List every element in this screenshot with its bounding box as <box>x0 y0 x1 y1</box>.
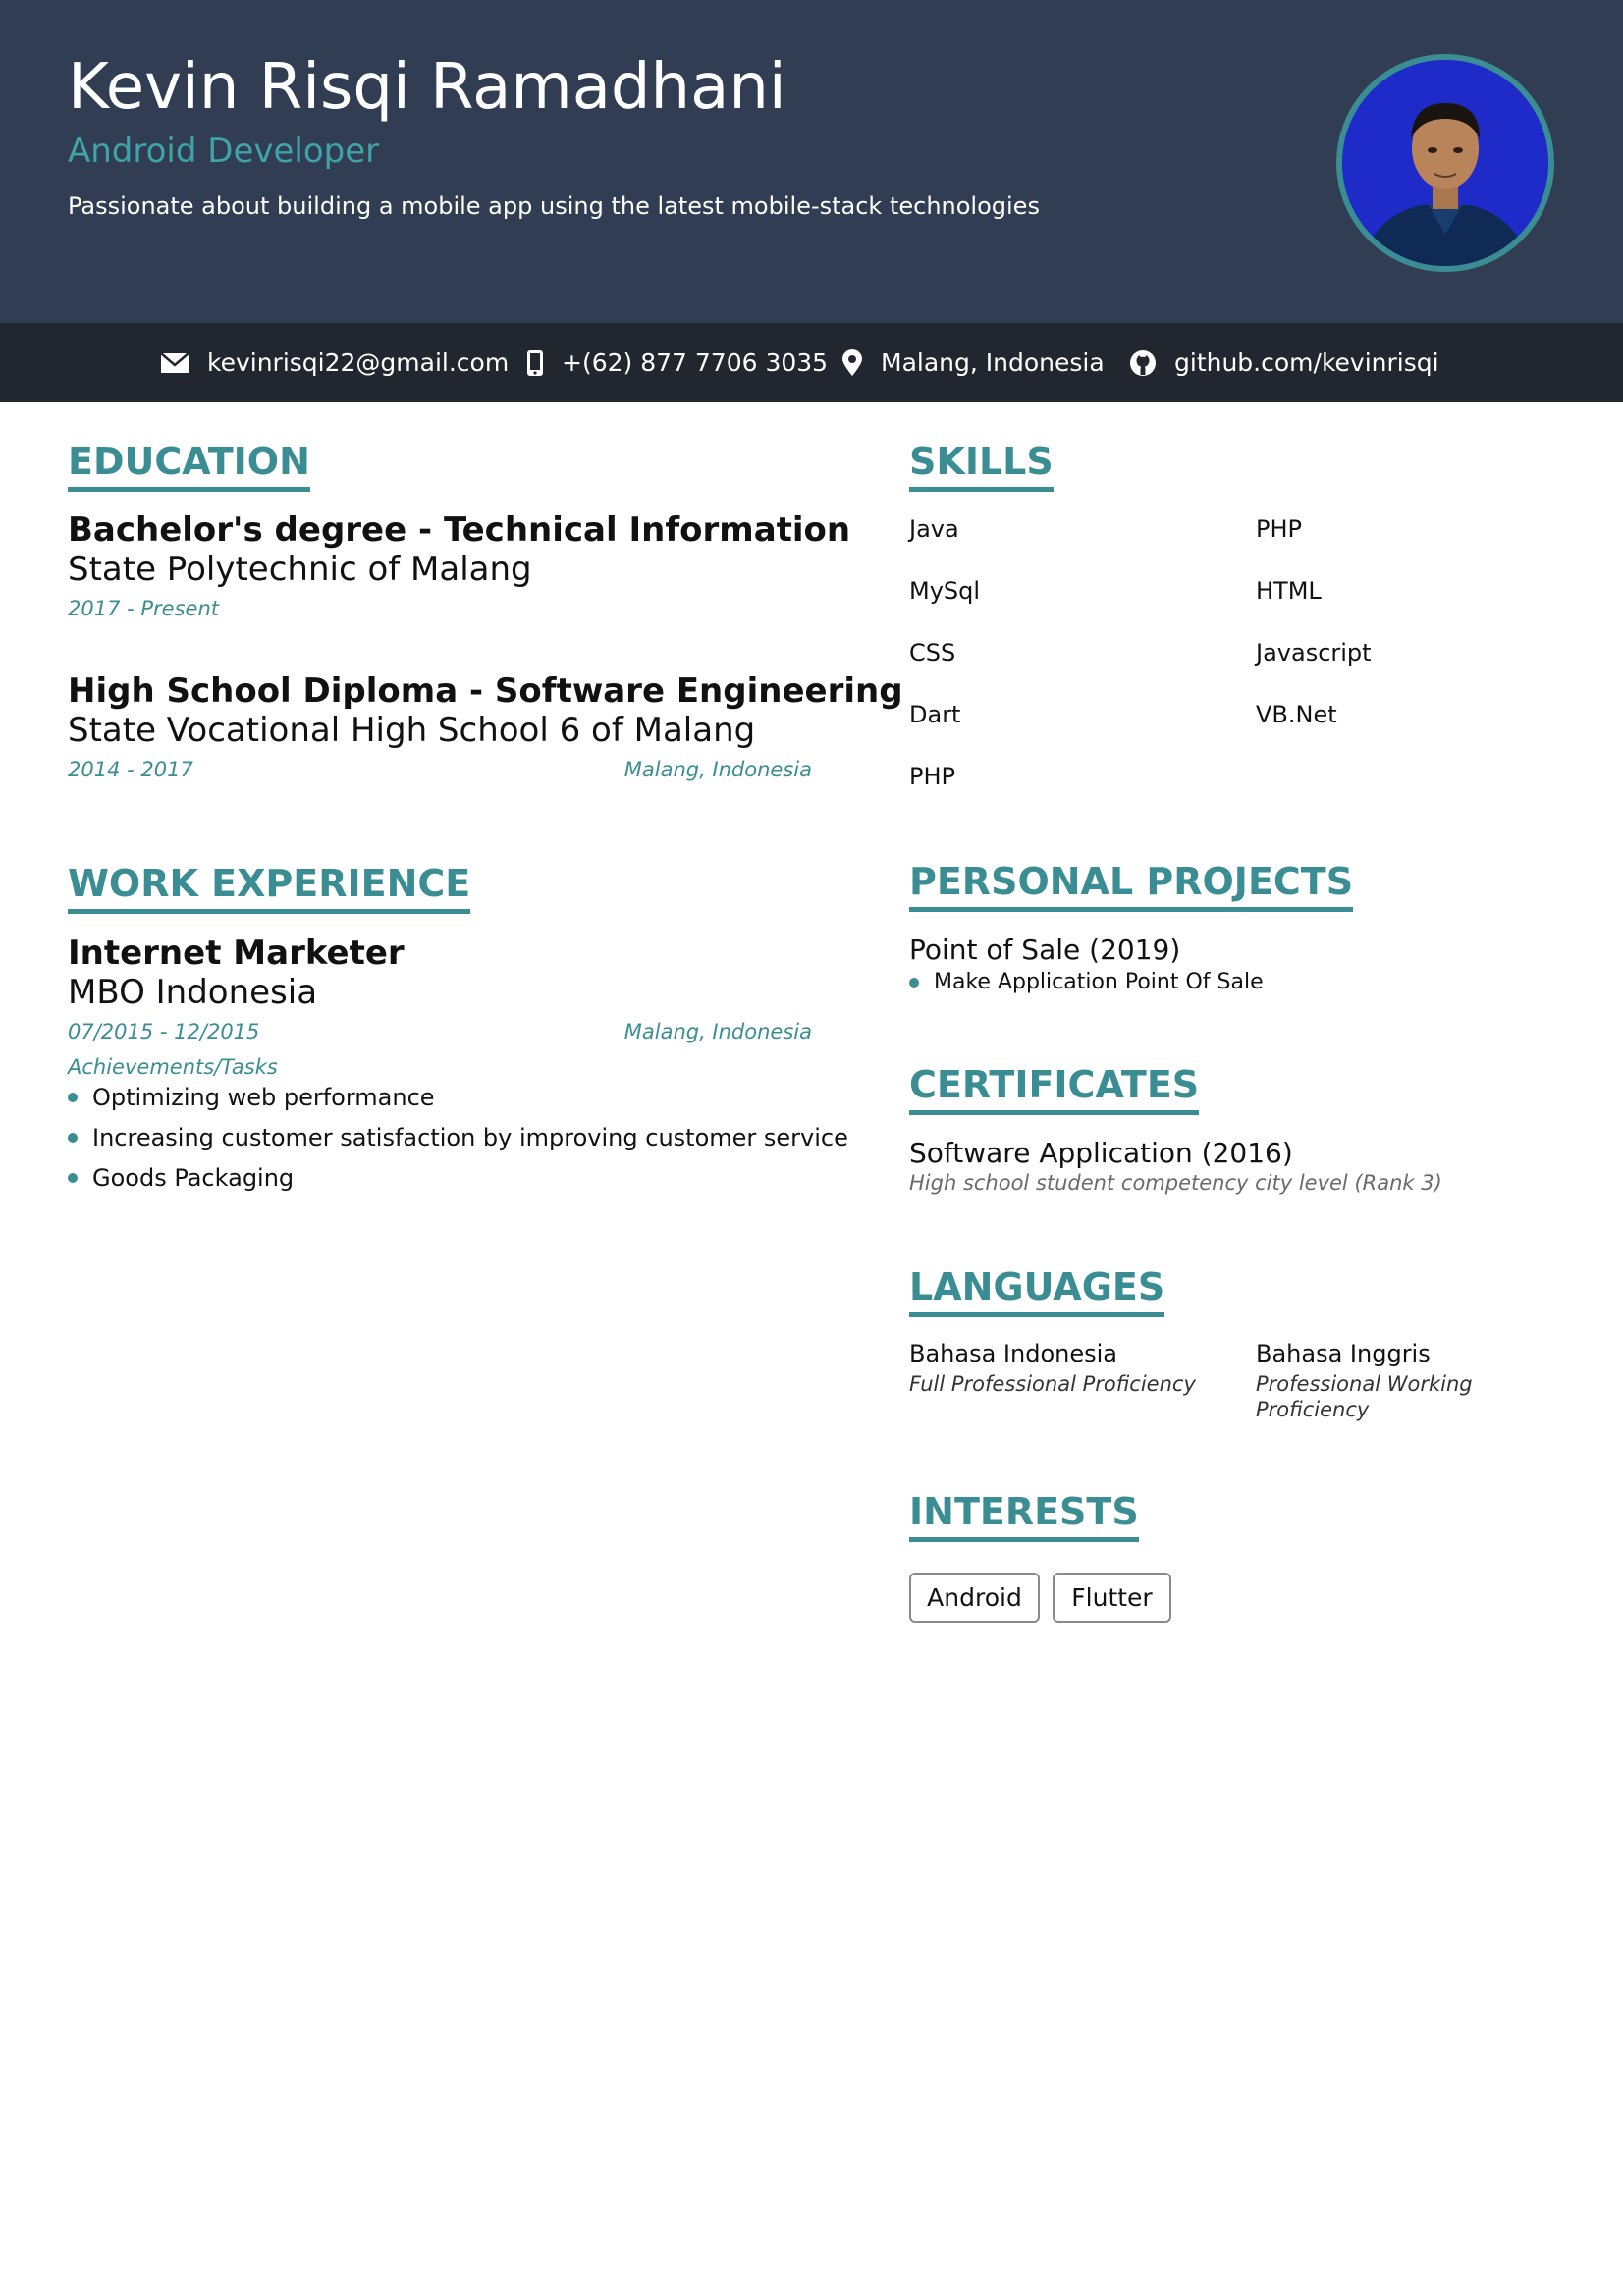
work-tasks-label: Achievements/Tasks <box>68 1055 278 1079</box>
skills-heading: SKILLS <box>909 441 1054 492</box>
contact-location: Malang, Indonesia <box>841 323 1105 402</box>
education-dates: 2017 - Present <box>68 597 219 620</box>
language-name: Bahasa Indonesia <box>909 1340 1117 1367</box>
candidate-name: Kevin Risqi Ramadhani <box>68 51 786 124</box>
education-school: State Vocational High School 6 of Malang <box>68 711 756 750</box>
education-location: Malang, Indonesia <box>623 758 812 781</box>
location-text: Malang, Indonesia <box>881 348 1105 377</box>
contact-email[interactable]: kevinrisqi22@gmail.com <box>160 323 509 402</box>
skill-item: PHP <box>1256 515 1302 543</box>
contact-phone[interactable]: +(62) 877 7706 3035 <box>526 323 828 402</box>
education-dates: 2014 - 2017 <box>68 758 193 781</box>
skill-item: HTML <box>1256 577 1322 605</box>
work-experience-heading: WORK EXPERIENCE <box>68 863 471 914</box>
skill-item: Java <box>909 515 959 543</box>
language-level: Full Professional Proficiency <box>909 1372 1196 1396</box>
skill-item: VB.Net <box>1256 701 1337 728</box>
work-dates: 07/2015 - 12/2015 <box>68 1020 260 1043</box>
certificate-desc: High school student competency city leve… <box>909 1171 1442 1195</box>
contact-github[interactable]: github.com/kevinrisqi <box>1129 323 1439 402</box>
phone-icon <box>527 349 543 376</box>
work-location: Malang, Indonesia <box>623 1020 812 1043</box>
bullet-icon <box>68 1133 78 1143</box>
skill-item: MySql <box>909 577 981 605</box>
work-position: Internet Marketer <box>68 934 405 973</box>
location-pin-icon <box>842 348 862 376</box>
education-heading: EDUCATION <box>68 441 310 492</box>
phone-text: +(62) 877 7706 3035 <box>562 348 829 377</box>
work-task-item: Optimizing web performance <box>68 1084 435 1111</box>
certificates-heading: CERTIFICATES <box>909 1064 1200 1115</box>
project-bullet-text: Make Application Point Of Sale <box>934 970 1264 994</box>
education-school: State Polytechnic of Malang <box>68 550 532 589</box>
work-task-item: Goods Packaging <box>68 1164 294 1192</box>
avatar <box>1336 54 1554 272</box>
bullet-icon <box>68 1173 78 1183</box>
skill-item: Javascript <box>1256 639 1372 667</box>
interests-heading: INTERESTS <box>909 1491 1139 1542</box>
work-task-item: Increasing customer satisfaction by impr… <box>68 1124 848 1151</box>
education-degree: High School Diploma - Software Engineeri… <box>68 671 903 711</box>
language-name: Bahasa Inggris <box>1256 1340 1431 1367</box>
github-icon <box>1130 349 1156 376</box>
candidate-summary: Passionate about building a mobile app u… <box>68 192 1040 220</box>
interest-tag: Flutter <box>1053 1573 1171 1623</box>
profile-photo <box>1342 60 1548 266</box>
candidate-role: Android Developer <box>68 132 380 171</box>
github-text[interactable]: github.com/kevinrisqi <box>1174 348 1439 377</box>
skill-item: PHP <box>909 763 955 790</box>
projects-heading: PERSONAL PROJECTS <box>909 861 1354 912</box>
work-company: MBO Indonesia <box>68 973 318 1012</box>
interest-tag: Android <box>909 1573 1040 1623</box>
bullet-icon <box>909 977 919 988</box>
skill-item: Dart <box>909 701 961 728</box>
education-degree: Bachelor's degree - Technical Informatio… <box>68 510 851 550</box>
project-name: Point of Sale (2019) <box>909 934 1181 966</box>
project-bullet-item: Make Application Point Of Sale <box>909 970 1264 994</box>
work-task-text: Optimizing web performance <box>92 1084 435 1111</box>
contact-bar: kevinrisqi22@gmail.com +(62) 877 7706 30… <box>0 323 1623 402</box>
work-task-text: Goods Packaging <box>92 1164 295 1192</box>
email-icon <box>160 351 189 373</box>
bullet-icon <box>68 1093 78 1102</box>
language-level: Professional Working Proficiency <box>1256 1372 1473 1422</box>
work-task-text: Increasing customer satisfaction by impr… <box>92 1124 848 1151</box>
email-text: kevinrisqi22@gmail.com <box>207 348 510 377</box>
languages-heading: LANGUAGES <box>909 1266 1165 1317</box>
certificate-name: Software Application (2016) <box>909 1137 1293 1169</box>
resume-header: Kevin Risqi Ramadhani Android Developer … <box>0 0 1623 323</box>
skill-item: CSS <box>909 639 956 667</box>
